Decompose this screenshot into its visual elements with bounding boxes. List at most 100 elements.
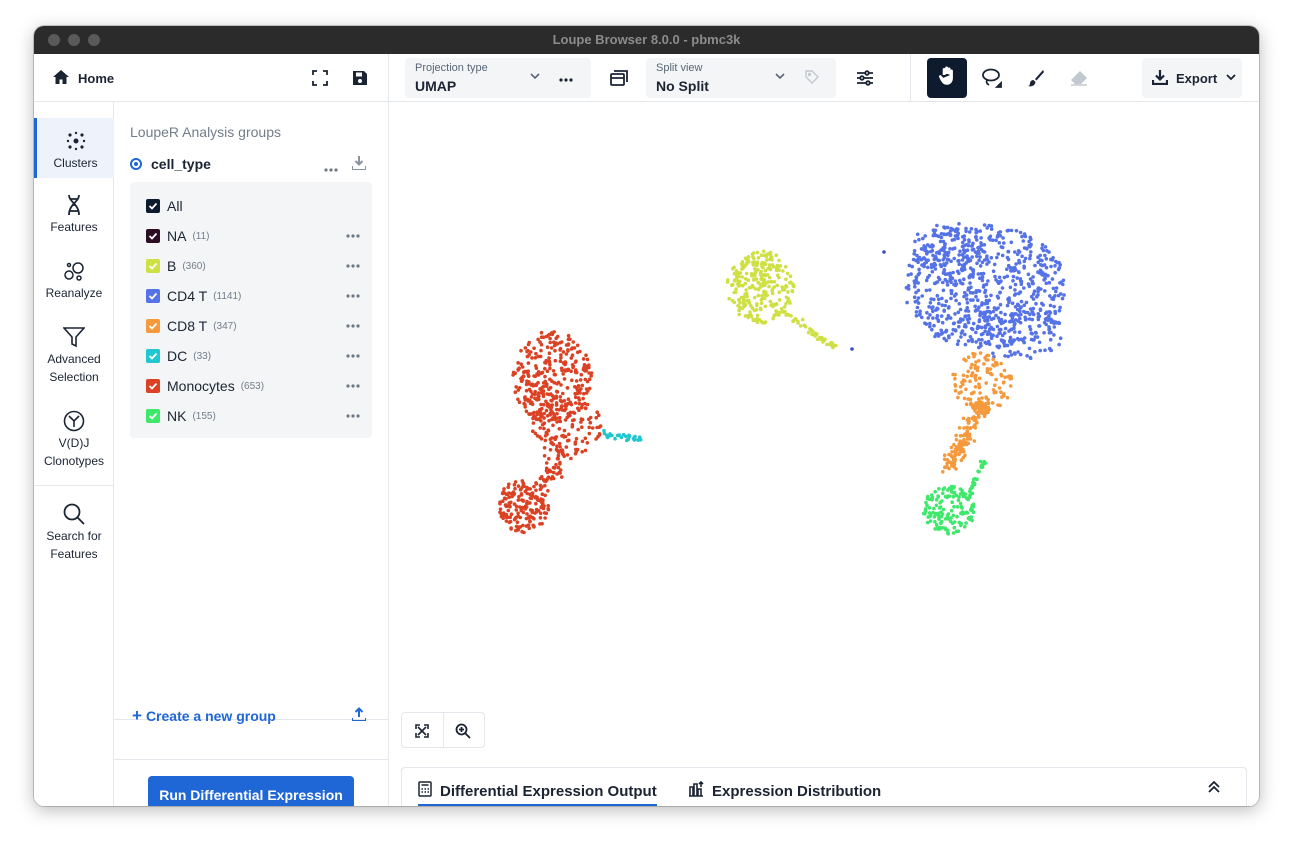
projection-canvas[interactable]: Differential Expression Output Expressio… <box>389 102 1259 806</box>
category-checkbox[interactable] <box>146 289 160 303</box>
cell-point <box>563 418 568 422</box>
tab-differential-expression-output[interactable]: Differential Expression Output <box>418 776 657 806</box>
group-more-icon[interactable] <box>324 160 338 178</box>
cell-point <box>760 320 765 325</box>
projection-more-icon[interactable] <box>559 72 573 86</box>
cell-point <box>977 376 982 381</box>
cell-point <box>1048 303 1053 308</box>
group-row-cell-type[interactable]: cell_type <box>130 154 372 174</box>
category-checkbox[interactable] <box>146 379 160 393</box>
cell-point <box>542 454 547 458</box>
cell-point <box>957 426 962 430</box>
category-row[interactable]: DC (33) <box>146 346 360 366</box>
category-more-icon[interactable] <box>346 286 360 302</box>
category-row[interactable]: NA (11) <box>146 226 360 246</box>
cell-point <box>559 399 564 403</box>
cell-point <box>1042 278 1046 282</box>
category-row[interactable]: CD4 T (1141) <box>146 286 360 306</box>
cell-point <box>952 504 956 509</box>
umap-scatter-plot[interactable] <box>389 102 1259 702</box>
export-button[interactable]: Export <box>1142 58 1242 98</box>
nav-item-search-features[interactable]: Search for Features <box>34 499 114 563</box>
group-radio[interactable] <box>130 158 142 170</box>
cell-point <box>740 275 744 279</box>
cell-point <box>755 250 760 255</box>
checkbox-all[interactable] <box>146 199 160 213</box>
cell-point <box>937 277 942 282</box>
window-layout-icon[interactable] <box>607 66 631 90</box>
category-checkbox[interactable] <box>146 229 160 243</box>
zoom-in-icon[interactable] <box>454 722 472 740</box>
run-differential-expression-button[interactable]: Run Differential Expression <box>148 776 354 806</box>
close-window-button[interactable] <box>48 34 60 46</box>
category-more-icon[interactable] <box>346 256 360 272</box>
cell-point <box>523 398 527 402</box>
cell-point <box>1035 335 1040 339</box>
category-label: NK <box>167 408 187 424</box>
tab-expression-distribution[interactable]: Expression Distribution <box>688 776 881 806</box>
group-download-icon[interactable] <box>351 156 367 175</box>
zoom-window-button[interactable] <box>88 34 100 46</box>
collapse-up-icon[interactable] <box>1207 780 1221 799</box>
category-checkbox[interactable] <box>146 349 160 363</box>
category-row[interactable]: CD8 T (347) <box>146 316 360 336</box>
cell-point <box>949 226 953 231</box>
cell-point <box>989 256 994 260</box>
cell-point <box>1040 263 1045 268</box>
projection-type-select[interactable]: Projection type UMAP <box>405 58 591 98</box>
calculator-icon <box>418 781 432 801</box>
cell-point <box>1020 234 1024 239</box>
category-row[interactable]: NK (155) <box>146 406 360 426</box>
cell-point <box>989 293 993 298</box>
category-checkbox[interactable] <box>146 409 160 423</box>
category-checkbox[interactable] <box>146 259 160 273</box>
cell-point <box>971 405 975 410</box>
pan-tool-button[interactable] <box>927 58 967 98</box>
category-more-icon[interactable] <box>346 376 360 392</box>
settings-sliders-icon[interactable] <box>853 66 877 90</box>
category-more-icon[interactable] <box>346 316 360 332</box>
category-row[interactable]: Monocytes (653) <box>146 376 360 396</box>
home-button[interactable]: Home <box>52 54 114 102</box>
save-icon[interactable] <box>348 66 372 90</box>
tag-icon[interactable] <box>804 69 820 88</box>
category-more-icon[interactable] <box>346 226 360 242</box>
eraser-icon[interactable] <box>1067 66 1091 90</box>
category-more-icon[interactable] <box>346 346 360 362</box>
split-view-select[interactable]: Split view No Split <box>646 58 836 98</box>
category-checkbox[interactable] <box>146 319 160 333</box>
cell-point <box>523 346 528 350</box>
nav-item-features[interactable]: Features <box>34 190 114 236</box>
cell-point <box>553 348 557 353</box>
lasso-icon[interactable] <box>979 66 1003 90</box>
cell-point <box>545 345 550 349</box>
cell-point <box>957 452 961 457</box>
nav-label-vdj-clonotypes: V(D)J Clonotypes <box>43 436 105 468</box>
cell-point <box>555 472 559 476</box>
cell-point <box>743 292 747 296</box>
create-group-button[interactable]: + Create a new group <box>132 706 276 726</box>
reanalyze-icon <box>34 256 114 282</box>
fullscreen-icon[interactable] <box>308 66 332 90</box>
category-more-icon[interactable] <box>346 406 360 422</box>
nav-item-advanced-selection[interactable]: Advanced Selection <box>34 322 114 386</box>
category-row[interactable]: B (360) <box>146 256 360 276</box>
cell-point <box>1000 339 1004 343</box>
cell-point <box>1018 309 1022 313</box>
fit-view-icon[interactable] <box>413 722 431 740</box>
nav-item-vdj-clonotypes[interactable]: V(D)J Clonotypes <box>34 406 114 470</box>
cell-point <box>934 281 938 285</box>
cell-point <box>1047 280 1052 285</box>
category-label: Monocytes <box>167 378 235 394</box>
cell-point <box>580 439 585 444</box>
nav-item-reanalyze[interactable]: Reanalyze <box>34 256 114 302</box>
minimize-window-button[interactable] <box>68 34 80 46</box>
nav-item-clusters[interactable]: Clusters <box>34 118 114 178</box>
upload-icon[interactable] <box>351 707 367 726</box>
brush-icon[interactable] <box>1024 66 1048 90</box>
cell-point <box>551 369 556 373</box>
cell-point <box>989 317 994 321</box>
cell-point <box>570 423 575 427</box>
category-row-all[interactable]: All <box>146 196 360 216</box>
cell-point <box>526 369 530 374</box>
